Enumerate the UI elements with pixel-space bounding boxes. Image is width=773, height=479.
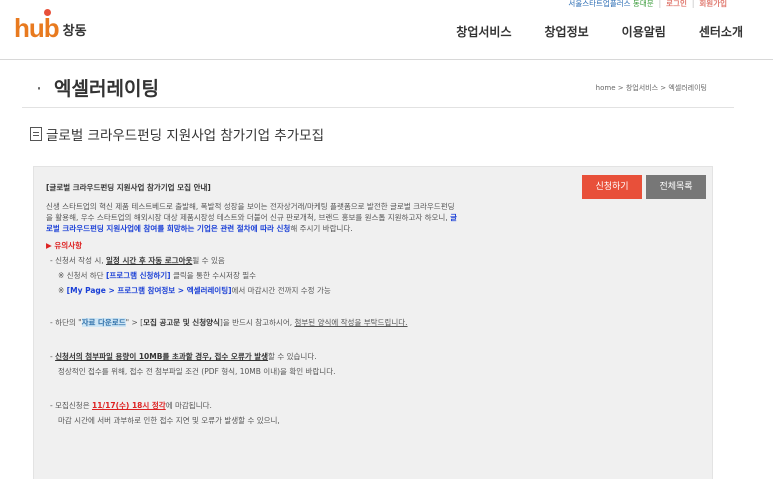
page-title: · 엑셀러레이팅 — [36, 78, 159, 100]
document-icon — [30, 127, 42, 141]
site-logo[interactable]: hub 창동 — [14, 9, 87, 43]
caution-subitem: ※ [My Page > 프로그램 참여정보 > 엑셀러레이팅]에서 마감시간 … — [58, 286, 331, 295]
caution-item: - 신청서의 첨부파일 용량이 10MB를 초과할 경우, 접수 오류가 발생할… — [50, 352, 317, 361]
breadcrumb: home > 창업서비스 > 엑셀러레이팅 — [595, 84, 707, 92]
intro-line: 을 활용해, 우수 스타트업의 해외시장 대상 제품시장성 테스트와 더불어 신… — [46, 213, 458, 222]
nav-item-startup-services[interactable]: 창업서비스 — [456, 23, 511, 40]
apply-button[interactable]: 신청하기 — [582, 175, 642, 199]
notice-heading: [글로벌 크라우드펀딩 지원사업 참가기업 모집 안내] — [46, 183, 211, 192]
post-title: 글로벌 크라우드펀딩 지원사업 참가기업 추가모집 — [30, 124, 324, 144]
download-link[interactable]: 자료 다운로드 — [81, 318, 126, 327]
caution-item: - 하단의 "자료 다운로드" > [모집 공고문 및 신청양식]을 반드시 참… — [50, 318, 408, 327]
caution-heading: ▶ 유의사항 — [46, 241, 82, 250]
nav-item-notices[interactable]: 이용알림 — [622, 23, 666, 40]
title-divider — [22, 107, 734, 108]
logo-dot-icon — [44, 9, 51, 16]
logo-city-text: 창동 — [62, 24, 87, 39]
intro-line: 신생 스타트업의 혁신 제품 테스트베드로 출발해, 폭발적 성장을 보이는 전… — [46, 202, 455, 211]
title-bullet: · — [36, 78, 43, 100]
caution-item: - 모집신청은 11/17(수) 18시 정각에 마감됩니다. — [50, 401, 212, 410]
intro-line: 로벌 크라우드펀딩 지원사업에 참여를 희망하는 기업은 관련 절차에 따라 신… — [46, 224, 353, 233]
nav-item-center-intro[interactable]: 센터소개 — [699, 23, 743, 40]
post-body: [글로벌 크라우드펀딩 지원사업 참가기업 모집 안내] 신생 스타트업의 혁신… — [46, 181, 546, 426]
caution-item-detail: 마감 시간에 서버 과부하로 인한 접수 지연 및 오류가 발생할 수 있으니, — [58, 416, 280, 425]
post-content: 신청하기 전체목록 [글로벌 크라우드펀딩 지원사업 참가기업 모집 안내] 신… — [33, 166, 713, 479]
caution-item: - 신청서 작성 시, 일정 시간 후 자동 로그아웃될 수 있음 — [50, 256, 225, 265]
main-nav: 창업서비스 창업정보 이용알림 센터소개 — [423, 23, 743, 40]
list-button[interactable]: 전체목록 — [646, 175, 706, 199]
caution-item-detail: 정상적인 접수를 위해, 접수 전 첨부파일 조건 (PDF 형식, 10MB … — [58, 367, 336, 376]
caution-subitem: ※ 신청서 하단 [프로그램 신청하기] 클릭을 통한 수시저장 필수 — [58, 271, 257, 280]
nav-item-startup-info[interactable]: 창업정보 — [544, 23, 588, 40]
logo-hub-text: hub — [14, 13, 60, 43]
site-header: hub 창동 창업서비스 창업정보 이용알림 센터소개 — [0, 0, 773, 60]
